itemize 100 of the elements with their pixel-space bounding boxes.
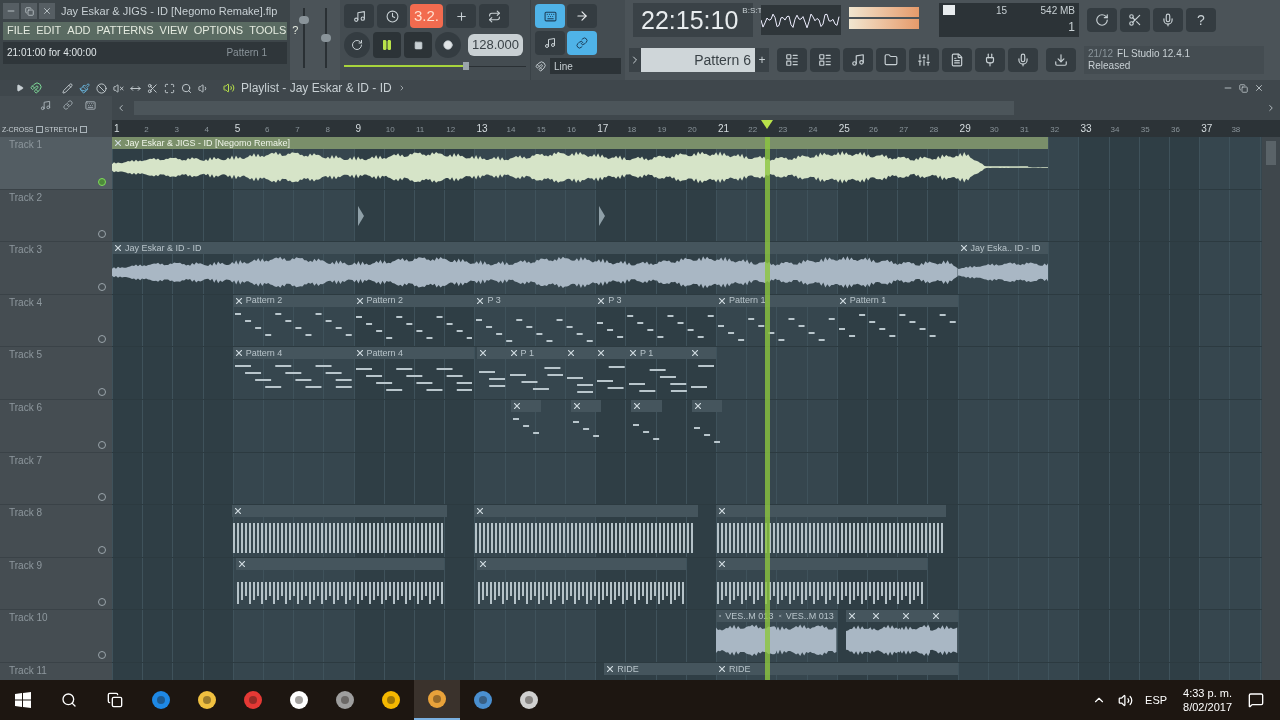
close-icon[interactable] [719, 508, 725, 515]
playlist-button[interactable] [777, 48, 807, 72]
close-icon[interactable] [848, 613, 855, 620]
audio-clip[interactable]: Jay Eskar & JIGS - ID [Negomo Remake] [112, 137, 1049, 189]
close-icon[interactable] [873, 613, 879, 620]
tempo-field[interactable]: 128.000 [468, 34, 523, 56]
minimize-button[interactable] [3, 3, 19, 20]
app-icon[interactable] [518, 689, 540, 711]
track-select-indicator[interactable] [98, 387, 106, 396]
help-button[interactable]: ? [1186, 8, 1216, 32]
close-icon[interactable] [719, 560, 725, 567]
mixer-button[interactable] [909, 48, 939, 72]
track-select-indicator[interactable] [98, 598, 106, 607]
windows-logo-icon[interactable] [15, 692, 31, 708]
track-header[interactable]: Track 10 [0, 610, 112, 663]
record-audio-button[interactable] [1153, 8, 1183, 32]
track-header[interactable]: Track 5 [0, 347, 112, 400]
piano-roll-button[interactable] [843, 48, 873, 72]
menu-item[interactable]: EDIT [36, 22, 62, 39]
close-icon[interactable] [238, 560, 245, 567]
plugin-button[interactable] [975, 48, 1005, 72]
cut-button[interactable] [1120, 8, 1150, 32]
pattern-clip[interactable]: P 1 [507, 347, 565, 399]
app-icon[interactable] [288, 689, 310, 711]
channel-rack-button[interactable] [810, 48, 840, 72]
track-select-indicator[interactable] [98, 177, 106, 186]
news-panel[interactable]: 21/12 FL Studio 12.4.1 Released [1084, 46, 1264, 74]
close-icon[interactable] [933, 613, 940, 620]
pattern-clip[interactable]: Pattern 4 [232, 347, 354, 399]
track-name[interactable]: Track 10 [9, 610, 106, 626]
close-icon[interactable] [356, 297, 363, 304]
pattern-clip[interactable]: P 1 [626, 347, 689, 399]
track-header[interactable]: Track 8 [0, 505, 112, 558]
track-select-indicator[interactable] [98, 230, 106, 239]
clock[interactable]: 4:33 p. m. 8/02/2017 [1183, 686, 1232, 714]
audio-clip[interactable]: VES..M 013 [776, 610, 837, 662]
horizontal-scrollbar[interactable] [112, 96, 1280, 120]
menu-item[interactable]: TOOLS [249, 22, 287, 39]
close-icon[interactable] [234, 508, 241, 515]
close-icon[interactable] [719, 297, 725, 304]
close-icon[interactable] [598, 350, 605, 357]
pattern-clip[interactable]: P 3 [595, 294, 716, 347]
app-icon[interactable] [426, 688, 448, 710]
link-button[interactable] [567, 31, 597, 55]
pattern-clip[interactable]: Pattern 1 [836, 294, 958, 347]
track-name[interactable]: Track 9 [9, 557, 106, 573]
vertical-scrollbar[interactable] [1262, 137, 1280, 680]
master-volume-slider[interactable] [299, 8, 309, 68]
main-volume-slider[interactable] [344, 62, 526, 70]
language-indicator[interactable]: ESP [1145, 691, 1168, 709]
track-select-indicator[interactable] [98, 282, 106, 291]
snap-dropdown[interactable]: Line [550, 58, 621, 74]
typing-keyboard-button[interactable] [535, 4, 565, 28]
close-icon[interactable] [607, 666, 614, 672]
note-button[interactable] [535, 31, 565, 55]
menu-item[interactable]: ? [292, 22, 299, 39]
close-icon[interactable] [235, 297, 242, 304]
undo-button[interactable] [1087, 8, 1117, 32]
track-select-indicator[interactable] [98, 440, 106, 449]
close-icon[interactable] [480, 350, 487, 357]
app-icon[interactable] [380, 689, 402, 711]
pattern-selector[interactable]: Pattern 6 + [629, 48, 769, 72]
track-name[interactable]: Track 8 [9, 505, 106, 521]
menu-item[interactable]: ADD [67, 22, 91, 39]
pattern-clip[interactable]: P 3 [474, 294, 596, 347]
close-icon[interactable] [235, 350, 242, 357]
close-icon[interactable] [903, 613, 910, 620]
pattern-clip[interactable]: Pattern 2 [353, 294, 475, 347]
track-select-indicator[interactable] [98, 545, 106, 554]
track-name[interactable]: Track 3 [9, 242, 106, 258]
close-icon[interactable] [598, 297, 605, 304]
restore-button[interactable] [21, 3, 37, 20]
close-icon[interactable] [960, 245, 967, 252]
track-select-indicator[interactable] [98, 335, 106, 344]
blend-button[interactable] [446, 4, 477, 28]
song-position-button[interactable]: 3.2. [410, 4, 444, 28]
browser-button[interactable] [876, 48, 906, 72]
audio-clip[interactable]: Jay Eskar & ID - ID [112, 242, 958, 294]
stop-button[interactable] [404, 32, 432, 58]
close-icon[interactable] [839, 297, 846, 304]
track-select-indicator[interactable] [98, 493, 106, 502]
play-pause-button[interactable] [373, 32, 401, 58]
menu-item[interactable]: PATTERNS [96, 22, 154, 39]
close-icon[interactable] [691, 350, 698, 357]
track-select-indicator[interactable] [98, 650, 106, 659]
step-edit-button[interactable] [567, 4, 597, 28]
track-name[interactable]: Track 7 [9, 452, 106, 468]
master-pitch-slider[interactable] [321, 8, 331, 68]
track-name[interactable]: Track 6 [9, 399, 106, 415]
zcross-checkbox[interactable] [35, 126, 43, 134]
slider-thumb[interactable] [321, 34, 331, 42]
pattern-clip[interactable]: Pattern 4 [353, 347, 475, 399]
timeline-ruler[interactable]: 1 2 3 4 5 6 7 8 9 10 11 12 13 14 15 16 17 18 19 20 21 22 23 24 25 26 27 28 29 30 31 32 33 34 35 36 37 38 [112, 120, 1280, 137]
track-name[interactable]: Track 4 [9, 294, 106, 310]
close-icon[interactable] [477, 508, 484, 515]
download-button[interactable] [1046, 48, 1076, 72]
loop-record-button[interactable] [479, 4, 510, 28]
record-button[interactable] [435, 32, 461, 58]
close-icon[interactable] [356, 350, 363, 357]
audio-clip[interactable]: Jay Eska.. ID - ID [957, 242, 1049, 294]
